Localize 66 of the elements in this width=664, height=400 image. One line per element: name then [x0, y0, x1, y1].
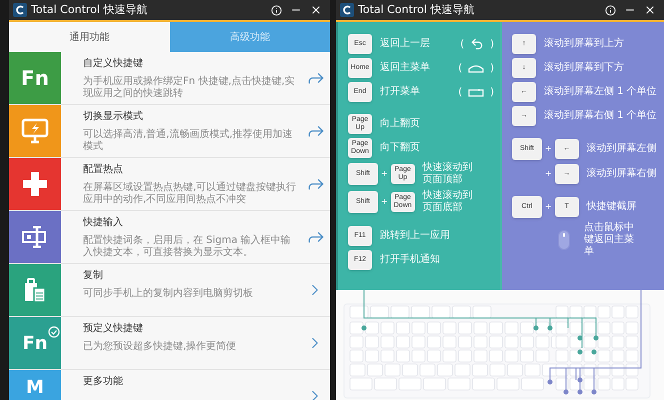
feature-row[interactable]: 切换显示模式 可以选择高清,普通,流畅画质模式,推荐使用加速模式: [9, 105, 330, 158]
shortcut-description: 快速滚动到页面底部: [422, 190, 474, 214]
info-icon[interactable]: [271, 4, 282, 16]
shortcut-description: 滚动到屏幕左侧 1 个单位: [544, 86, 657, 98]
shortcut-description: 滚动到屏幕到下方: [544, 62, 624, 74]
shortcut-description: 快速滚动到页面顶部: [422, 162, 474, 186]
window-title: Total Control 快速导航: [31, 2, 148, 18]
feature-title: 快捷输入: [83, 216, 124, 229]
shortcut-description: 滚动到屏幕到上方: [544, 38, 624, 50]
feature-title: 配置热点: [83, 163, 124, 176]
shortcut-description: 向上翻页: [380, 118, 420, 130]
plus-sign: +: [545, 201, 552, 213]
feature-title: 预定义快捷键: [83, 322, 144, 335]
feature-description: 已为您预设超多快捷键,操作更简便: [83, 341, 238, 353]
mouse-icon: [558, 230, 570, 250]
paren-text: ): [490, 62, 494, 76]
fn-label: Fn: [22, 332, 48, 354]
close-icon[interactable]: [644, 4, 656, 16]
shortcut-description: 滚动到屏幕右侧 1 个单位: [544, 110, 657, 122]
shortcut-description: 滚动到屏幕右侧: [586, 168, 657, 180]
plus-sign: +: [545, 168, 552, 180]
plus-icon: [23, 172, 47, 196]
paren-text: (: [458, 62, 462, 76]
app-logo-icon: [13, 3, 27, 17]
app-logo-icon: [340, 3, 354, 17]
text-cursor-icon: [21, 226, 49, 248]
feature-row[interactable]: Fn 自定义快捷键 为手机应用或操作绑定Fn 快捷键,点击快捷键,实现应用之间的快速跳转: [9, 52, 330, 105]
monitor-lightning-icon: [21, 118, 49, 144]
feature-title: 更多功能: [83, 375, 124, 388]
fn-label: Fn: [21, 65, 49, 92]
feature-row[interactable]: 配置热点 在屏幕区域设置热点热键,可以通过键盘按键执行应用中的动作,不同应用间热点不冲突: [9, 158, 330, 211]
window-title: Total Control 快速导航: [358, 2, 474, 18]
shortcut-description: 向下翻页: [380, 142, 420, 154]
feature-description: 为手机应用或操作绑定Fn 快捷键,点击快捷键,实现应用之间的快速跳转: [83, 76, 296, 100]
feature-title: 复制: [83, 269, 104, 282]
close-icon[interactable]: [310, 4, 322, 16]
check-circle-icon: [48, 326, 60, 338]
shortcut-description: 跳转到上一应用: [380, 230, 450, 242]
feature-title: 自定义快捷键: [83, 57, 144, 70]
feature-title: 切换显示模式: [83, 110, 144, 123]
feature-row[interactable]: 快捷输入 配置快捷词条，启用后，在 Sigma 输入框中输入快捷文本，可直接替换为显示文本。: [9, 211, 330, 264]
feature-description: 可以选择高清,普通,流畅画质模式,推荐使用加速模式: [83, 129, 294, 153]
plus-sign: +: [545, 143, 552, 155]
paren-text: (: [460, 38, 464, 52]
shortcut-description: 打开手机通知: [380, 254, 440, 266]
shortcut-description: 返回上一层: [380, 38, 430, 50]
feature-letter: M: [26, 378, 44, 398]
paren-text: ): [490, 38, 494, 52]
feature-description: 配置快捷词条，启用后，在 Sigma 输入框中输入快捷文本，可直接替换为显示文本。: [83, 235, 292, 259]
back-icon: [470, 37, 484, 51]
shortcut-description: 点击鼠标中键返回主菜单: [584, 222, 635, 258]
info-icon[interactable]: [605, 4, 616, 16]
feature-description: 在屏幕区域设置热点热键,可以通过键盘按键执行应用中的动作,不同应用间热点不冲突: [83, 182, 298, 206]
feature-row[interactable]: 复制 可同步手机上的复制内容到电脑剪切板: [9, 264, 330, 317]
plus-sign: +: [381, 168, 388, 180]
paren-text: (: [458, 86, 462, 100]
paren-text: ): [490, 86, 494, 100]
clipboard-icon: [23, 277, 47, 303]
plus-sign: +: [381, 196, 388, 208]
shortcut-description: 返回主菜单: [380, 62, 430, 74]
home-dome-icon: [468, 64, 484, 72]
shortcut-description: 打开菜单: [380, 86, 420, 98]
shortcut-description: 快捷键截屏: [586, 201, 637, 213]
shortcut-description: 滚动到屏幕左侧: [586, 143, 657, 155]
feature-row[interactable]: Fn 预定义快捷键 已为您预设超多快捷键,操作更简便: [9, 317, 330, 370]
feature-description: 可同步手机上的复制内容到电脑剪切板: [83, 288, 254, 300]
